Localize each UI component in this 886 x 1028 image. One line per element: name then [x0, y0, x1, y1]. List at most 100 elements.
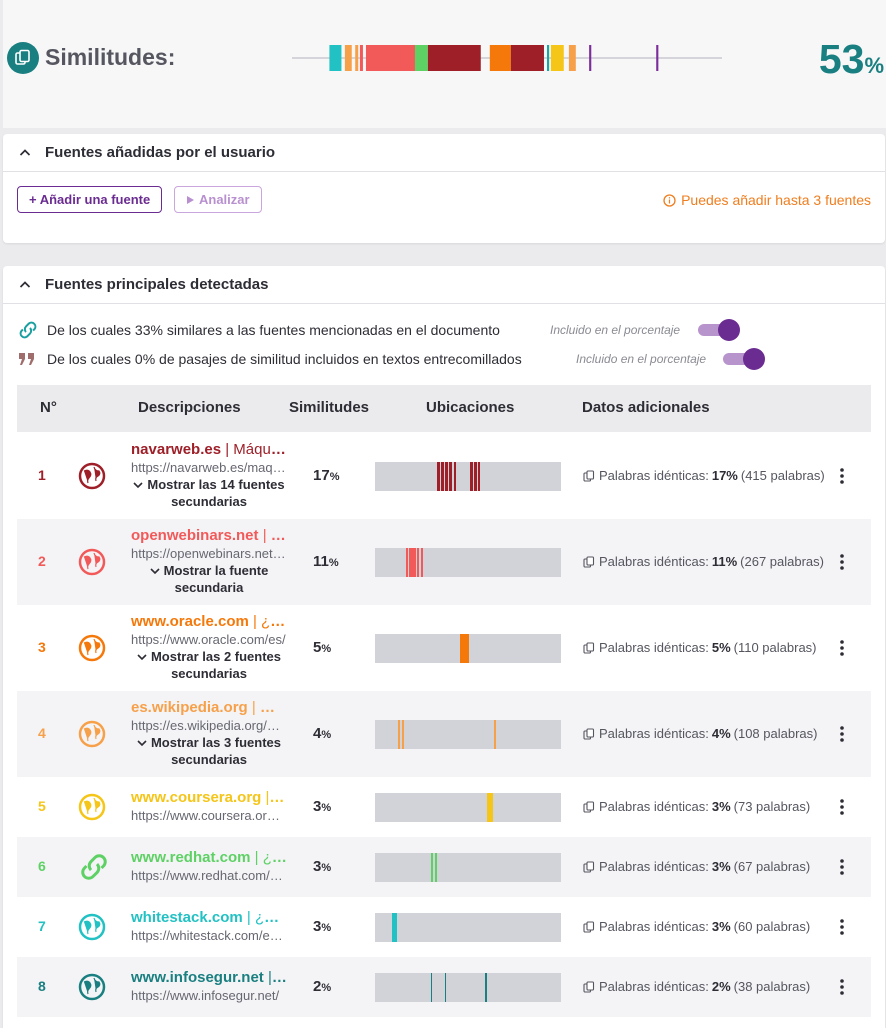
copy-icon	[7, 42, 39, 74]
location-marker[interactable]	[444, 973, 447, 1002]
source-row[interactable]: 3 www.oracle.com | ¿Qué es? https://www.…	[17, 605, 871, 691]
source-title-link[interactable]: www.coursera.org | Qué es	[131, 789, 287, 806]
more-options-icon[interactable]	[837, 977, 847, 997]
link-icon	[17, 321, 39, 339]
similarity-segment[interactable]	[546, 45, 550, 71]
location-marker[interactable]	[441, 462, 444, 491]
source-location-bar[interactable]	[375, 548, 561, 577]
source-url[interactable]: https://es.wikipedia.org/wiki	[131, 718, 287, 733]
cited-sources-text: De los cuales 33% similares a las fuente…	[47, 322, 500, 338]
user-sources-panel: Fuentes añadidas por el usuario + Añadir…	[3, 134, 885, 243]
source-url[interactable]: https://whitestack.com/es/blog	[131, 928, 287, 943]
location-marker[interactable]	[402, 720, 404, 749]
source-row[interactable]: 4 es.wikipedia.org | Máquina virtual htt…	[17, 691, 871, 777]
show-secondary-sources-button[interactable]: Mostrar las 14 fuentes secundarias	[131, 476, 287, 510]
similarity-segment[interactable]	[414, 45, 428, 71]
source-location-bar[interactable]	[375, 462, 561, 491]
source-row[interactable]: 8 www.infosegur.net | Máquinas https://w…	[17, 957, 871, 1017]
source-row[interactable]: 7 whitestack.com | ¿Qué es? https://whit…	[17, 897, 871, 957]
location-marker[interactable]	[431, 853, 434, 882]
source-location-bar[interactable]	[375, 853, 561, 882]
similarity-segment[interactable]	[365, 45, 415, 71]
source-url[interactable]: https://www.coursera.org/articles	[131, 808, 287, 823]
source-row[interactable]: 1 navarweb.es | Máquinas virtuales https…	[17, 433, 871, 519]
main-sources-header[interactable]: Fuentes principales detectadas	[3, 266, 885, 304]
similarity-segment[interactable]	[329, 45, 342, 71]
source-similarity: 3%	[313, 918, 332, 935]
identical-words-info: Palabras idénticas: 3% (67 palabras)	[583, 859, 810, 874]
location-marker[interactable]	[405, 548, 409, 577]
location-marker[interactable]	[454, 462, 457, 491]
similarity-segment[interactable]	[489, 45, 511, 71]
add-source-button[interactable]: + Añadir una fuente	[17, 186, 163, 213]
source-row[interactable]: 6 www.redhat.com | ¿Qué es? https://www.…	[17, 837, 871, 897]
analyze-button[interactable]: Analizar	[174, 186, 262, 213]
more-options-icon[interactable]	[837, 724, 847, 744]
quoted-included-label: Incluido en el porcentaje	[576, 352, 707, 366]
show-secondary-sources-button[interactable]: Mostrar las 2 fuentes secundarias	[131, 648, 287, 682]
more-options-icon[interactable]	[837, 857, 847, 877]
source-location-bar[interactable]	[375, 720, 561, 749]
similarity-segment[interactable]	[568, 45, 576, 71]
similarity-segment[interactable]	[550, 45, 564, 71]
location-marker[interactable]	[478, 462, 481, 491]
source-url[interactable]: https://www.redhat.com/es/topics	[131, 868, 287, 883]
location-marker[interactable]	[474, 462, 477, 491]
quoted-included-toggle[interactable]	[723, 348, 765, 370]
location-marker[interactable]	[398, 720, 400, 749]
source-location-bar[interactable]	[375, 973, 561, 1002]
show-secondary-sources-button[interactable]: Mostrar las 3 fuentes secundarias	[131, 734, 287, 768]
source-title-link[interactable]: www.redhat.com | ¿Qué es?	[131, 849, 287, 866]
similarity-segment[interactable]	[656, 45, 659, 71]
location-marker[interactable]	[421, 548, 424, 577]
globe-icon	[78, 793, 106, 821]
source-row[interactable]: 2 openwebinars.net | Qué es https://open…	[17, 519, 871, 605]
source-url[interactable]: https://navarweb.es/maquinas-virtuales	[131, 460, 287, 475]
location-marker[interactable]	[430, 973, 433, 1002]
location-marker[interactable]	[417, 548, 420, 577]
source-title-link[interactable]: www.infosegur.net | Máquinas	[131, 969, 287, 986]
source-url[interactable]: https://openwebinars.net/blog	[131, 546, 287, 561]
globe-icon	[78, 634, 106, 662]
similarity-segment[interactable]	[355, 45, 359, 71]
similarity-segment[interactable]	[589, 45, 592, 71]
location-marker[interactable]	[485, 973, 487, 1002]
similarity-segment[interactable]	[510, 45, 544, 71]
location-marker[interactable]	[409, 548, 417, 577]
more-options-icon[interactable]	[837, 797, 847, 817]
source-title-link[interactable]: navarweb.es | Máquinas virtuales	[131, 441, 287, 458]
source-title-link[interactable]: www.oracle.com | ¿Qué es?	[131, 613, 287, 630]
source-url[interactable]: https://www.infosegur.net/	[131, 988, 287, 1003]
location-marker[interactable]	[470, 462, 473, 491]
source-description: navarweb.es | Máquinas virtuales https:/…	[131, 441, 287, 510]
similarity-segment[interactable]	[427, 45, 481, 71]
location-marker[interactable]	[449, 462, 452, 491]
location-marker[interactable]	[487, 793, 493, 822]
similarity-overview-bar[interactable]	[292, 45, 722, 71]
source-row[interactable]: 5 www.coursera.org | Qué es https://www.…	[17, 777, 871, 837]
location-marker[interactable]	[437, 462, 440, 491]
location-marker[interactable]	[392, 913, 397, 942]
source-title-link[interactable]: es.wikipedia.org | Máquina virtual	[131, 699, 287, 716]
user-sources-header[interactable]: Fuentes añadidas por el usuario	[3, 134, 885, 172]
more-options-icon[interactable]	[837, 552, 847, 572]
source-title-link[interactable]: openwebinars.net | Qué es	[131, 527, 287, 544]
location-marker[interactable]	[460, 634, 469, 663]
more-options-icon[interactable]	[837, 638, 847, 658]
location-marker[interactable]	[445, 462, 448, 491]
source-description: www.redhat.com | ¿Qué es? https://www.re…	[131, 849, 287, 883]
more-options-icon[interactable]	[837, 466, 847, 486]
show-secondary-sources-button[interactable]: Mostrar la fuente secundaria	[131, 562, 287, 596]
location-marker[interactable]	[494, 720, 496, 749]
similarity-segment[interactable]	[344, 45, 352, 71]
source-location-bar[interactable]	[375, 913, 561, 942]
location-marker[interactable]	[434, 853, 437, 882]
similarity-segment[interactable]	[359, 45, 363, 71]
source-title-link[interactable]: whitestack.com | ¿Qué es?	[131, 909, 287, 926]
source-location-bar[interactable]	[375, 793, 561, 822]
cited-included-toggle[interactable]	[698, 319, 740, 341]
more-options-icon[interactable]	[837, 917, 847, 937]
quote-icon	[17, 351, 39, 367]
source-location-bar[interactable]	[375, 634, 561, 663]
source-url[interactable]: https://www.oracle.com/es/	[131, 632, 287, 647]
